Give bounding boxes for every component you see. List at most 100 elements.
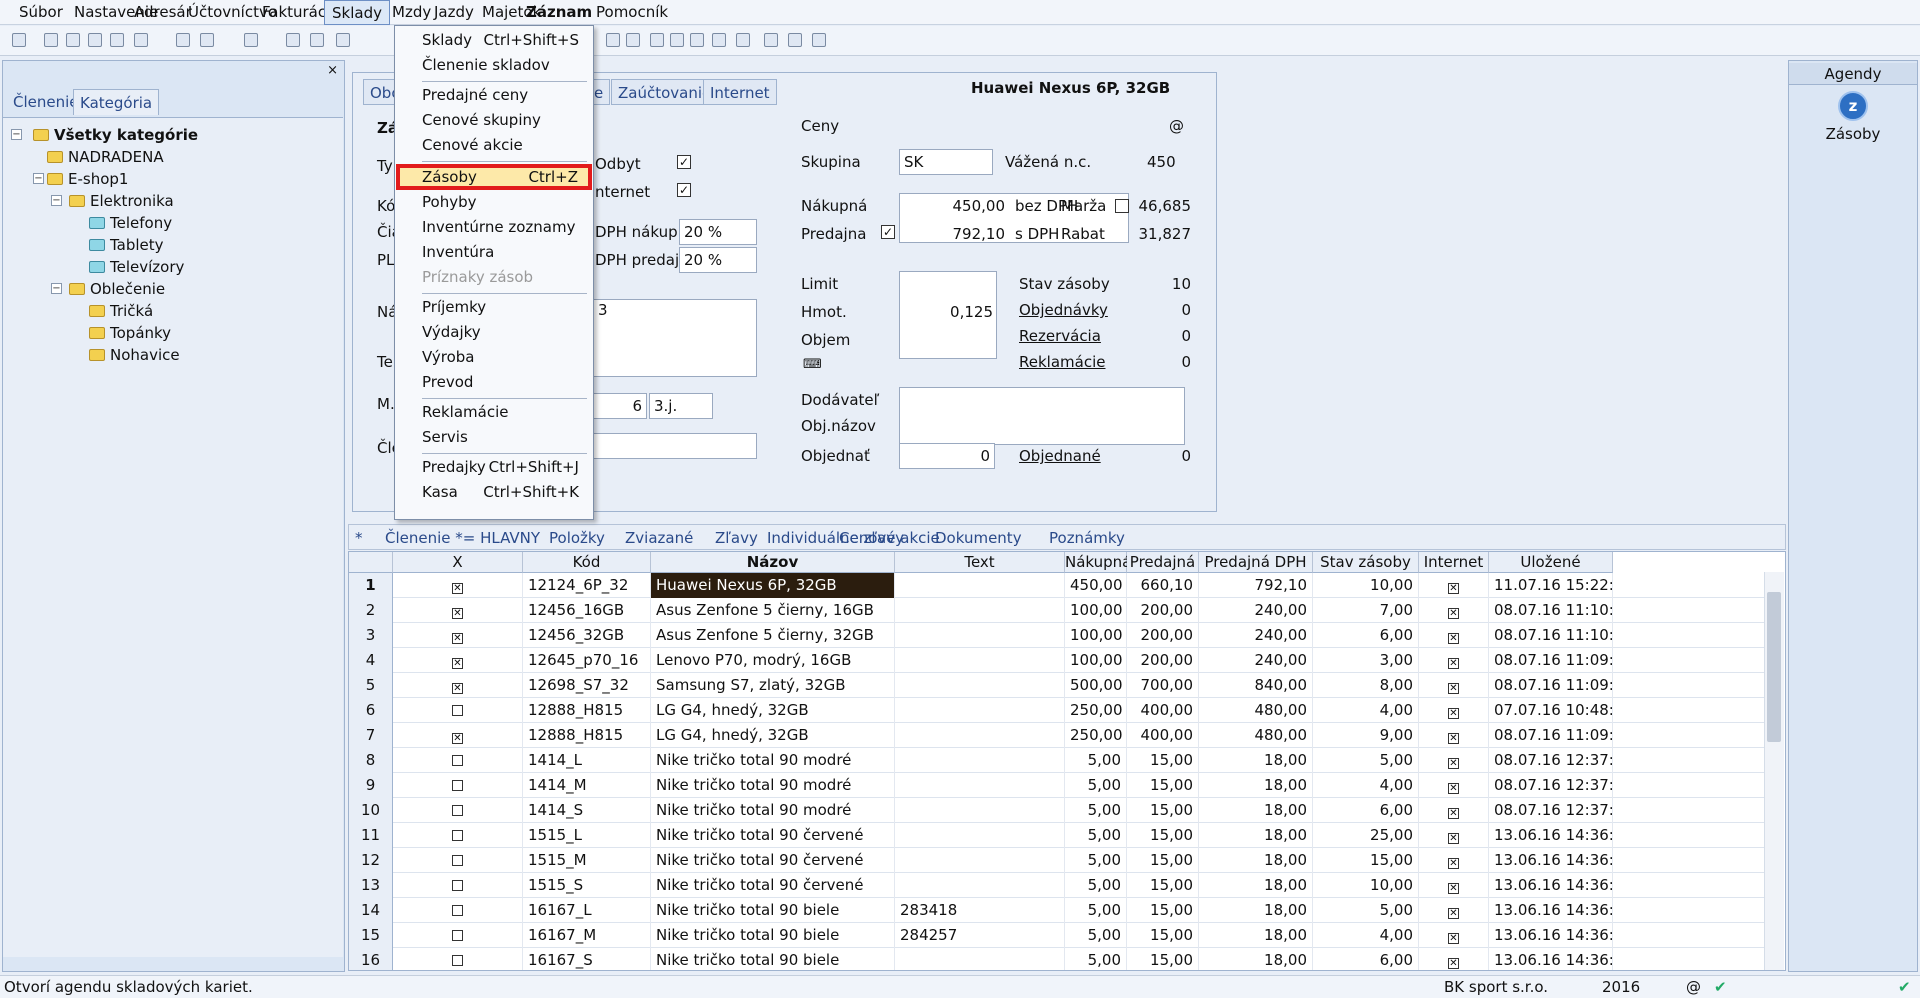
cell-x[interactable] — [393, 748, 523, 773]
menu-item-15[interactable]: Výroba — [399, 346, 589, 368]
menu-item-9[interactable]: Inventúrne zoznamy — [399, 216, 589, 238]
reklamacie-link[interactable]: Reklamácie — [1019, 353, 1105, 371]
tree-toggle[interactable]: − — [51, 283, 62, 294]
cell-nazov[interactable]: Nike tričko total 90 červené — [651, 873, 895, 898]
cell-nazov[interactable]: Huawei Nexus 6P, 32GB — [651, 573, 895, 598]
cell-x[interactable]: ✕ — [393, 648, 523, 673]
toolbar-icon[interactable] — [310, 33, 324, 47]
cell-nakupna[interactable]: 5,00 — [1065, 773, 1127, 798]
menu-item-22[interactable]: Kasa Ctrl+Shift+K — [399, 481, 589, 503]
menu-item-19[interactable]: Servis — [399, 426, 589, 448]
detail-tab-7[interactable]: Dokumenty — [935, 528, 1022, 548]
dodavatel-field[interactable] — [899, 387, 1185, 445]
toolbar-icon[interactable] — [110, 33, 124, 47]
cell-nazov[interactable]: LG G4, hnedý, 32GB — [651, 723, 895, 748]
objednane-link[interactable]: Objednané — [1019, 447, 1101, 465]
cell-nakupna[interactable]: 5,00 — [1065, 748, 1127, 773]
predajna-value[interactable]: 792,10 — [949, 225, 1006, 243]
cell-stav[interactable]: 10,00 — [1313, 873, 1419, 898]
tree-node[interactable]: Topánky — [89, 322, 171, 344]
cell-nakupna[interactable]: 500,00 — [1065, 673, 1127, 698]
cell-x[interactable] — [393, 923, 523, 948]
x-checkbox[interactable] — [452, 780, 463, 791]
toolbar-icon[interactable] — [88, 33, 102, 47]
menu-item-0[interactable]: Sklady Ctrl+Shift+S — [399, 29, 589, 51]
tree-node[interactable]: Nohavice — [89, 344, 180, 366]
internet-checkbox[interactable]: ✕ — [1448, 833, 1459, 844]
tree-node[interactable]: Všetky kategórie — [33, 124, 198, 146]
cell-kod[interactable]: 1414_M — [523, 773, 651, 798]
tree-node[interactable]: Tričká — [89, 300, 153, 322]
calculator-icon[interactable]: ⌨ — [803, 357, 822, 372]
cell-text[interactable] — [895, 723, 1065, 748]
at-icon[interactable]: @ — [1169, 117, 1184, 135]
tree-node[interactable]: NADRADENA — [47, 146, 164, 168]
cell-internet[interactable]: ✕ — [1419, 798, 1489, 823]
cell-internet[interactable]: ✕ — [1419, 598, 1489, 623]
internet-checkbox[interactable]: ✕ — [1448, 683, 1459, 694]
cell-nazov[interactable]: Nike tričko total 90 modré — [651, 773, 895, 798]
cell-kod[interactable]: 16167_S — [523, 948, 651, 970]
x-checkbox[interactable]: ✕ — [452, 683, 463, 694]
cell-kod[interactable]: 12645_p70_16 — [523, 648, 651, 673]
nakupna-value[interactable]: 450,00 — [949, 197, 1006, 215]
detail-tab-0[interactable]: * — [355, 528, 363, 548]
cell-ulozene[interactable]: 13.06.16 14:36:34 — [1489, 898, 1613, 923]
cell-nakupna[interactable]: 5,00 — [1065, 898, 1127, 923]
x-checkbox[interactable] — [452, 930, 463, 941]
tree-node[interactable]: Tablety — [89, 234, 164, 256]
cell-stav[interactable]: 8,00 — [1313, 673, 1419, 698]
table-row[interactable]: 8 1414_L Nike tričko total 90 modré 5,00 15,… — [349, 748, 1769, 773]
cell-kod[interactable]: 1515_M — [523, 848, 651, 873]
cell-x[interactable] — [393, 898, 523, 923]
table-row[interactable]: 7 ✕ 12888_H815 LG G4, hnedý, 32GB 250,00 400,… — [349, 723, 1769, 748]
rabat-value[interactable]: 31,827 — [1135, 225, 1192, 243]
tab-kategoria[interactable]: Kategória — [73, 89, 160, 115]
toolbar-icon[interactable] — [286, 33, 300, 47]
name-textarea[interactable]: 3 — [593, 299, 757, 377]
clenenie-field[interactable] — [593, 433, 757, 459]
cell-dph[interactable]: 240,00 — [1199, 598, 1313, 623]
cell-predajna[interactable]: 15,00 — [1127, 848, 1199, 873]
cell-predajna[interactable]: 15,00 — [1127, 748, 1199, 773]
table-row[interactable]: 10 1414_S Nike tričko total 90 modré 5,00 15… — [349, 798, 1769, 823]
internet-checkbox[interactable]: ✕ — [1448, 708, 1459, 719]
cell-nakupna[interactable]: 250,00 — [1065, 723, 1127, 748]
cell-ulozene[interactable]: 08.07.16 11:09:39 — [1489, 723, 1613, 748]
cell-dph[interactable]: 240,00 — [1199, 623, 1313, 648]
cell-predajna[interactable]: 15,00 — [1127, 873, 1199, 898]
internet-checkbox[interactable]: ✕ — [1448, 658, 1459, 669]
cell-x[interactable]: ✕ — [393, 723, 523, 748]
cell-internet[interactable]: ✕ — [1419, 873, 1489, 898]
x-checkbox[interactable] — [452, 705, 463, 716]
dph-nakup-select[interactable]: 20 % — [679, 219, 757, 245]
toolbar-icon[interactable] — [44, 33, 58, 47]
internet-checkbox[interactable]: ✕ — [1448, 608, 1459, 619]
scroll-thumb[interactable] — [1767, 592, 1781, 742]
cell-ulozene[interactable]: 13.06.16 14:36:34 — [1489, 873, 1613, 898]
tree-node[interactable]: Telefony — [89, 212, 172, 234]
cell-internet[interactable]: ✕ — [1419, 698, 1489, 723]
cell-text[interactable] — [895, 598, 1065, 623]
cell-dph[interactable]: 480,00 — [1199, 698, 1313, 723]
table-row[interactable]: 12 1515_M Nike tričko total 90 červené 5,00… — [349, 848, 1769, 873]
tree-node[interactable]: Oblečenie — [69, 278, 165, 300]
internet-checkbox[interactable]: ✓ — [677, 183, 691, 197]
cell-dph[interactable]: 18,00 — [1199, 848, 1313, 873]
cell-nakupna[interactable]: 5,00 — [1065, 823, 1127, 848]
cell-stav[interactable]: 15,00 — [1313, 848, 1419, 873]
cell-nazov[interactable]: Nike tričko total 90 modré — [651, 748, 895, 773]
cell-internet[interactable]: ✕ — [1419, 573, 1489, 598]
cell-internet[interactable]: ✕ — [1419, 648, 1489, 673]
cell-predajna[interactable]: 200,00 — [1127, 598, 1199, 623]
menu-7[interactable]: Jazdy — [427, 0, 481, 25]
cell-ulozene[interactable]: 07.07.16 10:48:38 — [1489, 698, 1613, 723]
cell-x[interactable] — [393, 848, 523, 873]
cell-dph[interactable]: 792,10 — [1199, 573, 1313, 598]
cell-x[interactable] — [393, 773, 523, 798]
cell-kod[interactable]: 12888_H815 — [523, 723, 651, 748]
internet-checkbox[interactable]: ✕ — [1448, 908, 1459, 919]
toolbar-icon[interactable] — [670, 33, 684, 47]
menu-item-21[interactable]: Predajky Ctrl+Shift+J — [399, 456, 589, 478]
cell-kod[interactable]: 1515_L — [523, 823, 651, 848]
